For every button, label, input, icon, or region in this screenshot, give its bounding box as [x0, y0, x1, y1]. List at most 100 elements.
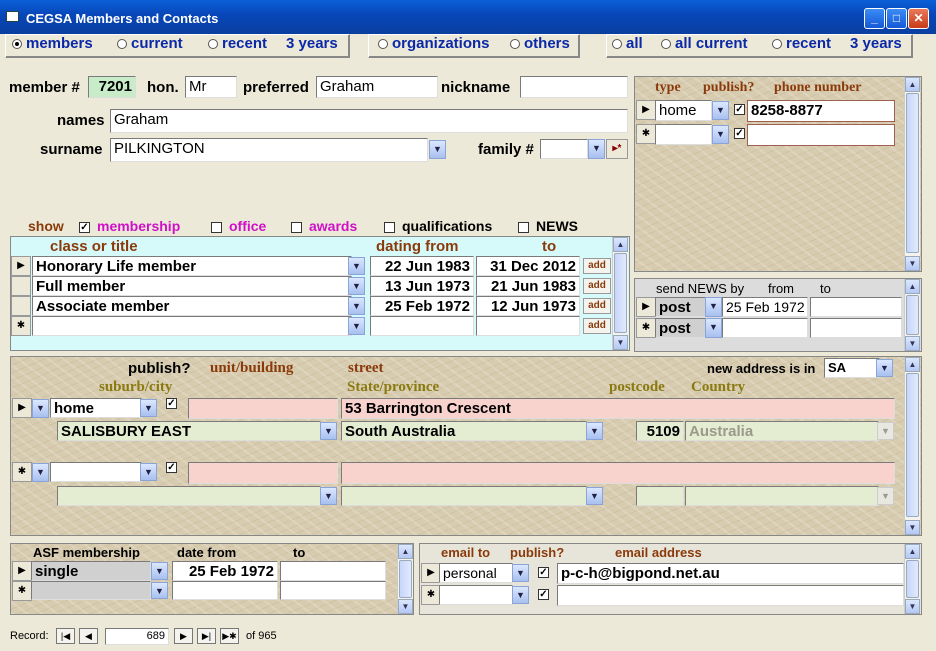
asf-date-from-field[interactable]: 25 Feb 1972 [172, 561, 278, 581]
asf-membership-dropdown-icon[interactable]: ▼ [151, 582, 168, 599]
scroll-down-icon[interactable]: ▼ [905, 336, 920, 351]
news-checkbox[interactable] [518, 222, 529, 233]
suburb-dropdown-icon[interactable]: ▼ [320, 422, 337, 440]
new-class-to-field[interactable] [476, 316, 580, 336]
asf-record-selector[interactable]: ▶ [12, 561, 32, 581]
address-expand-icon[interactable]: ▼ [32, 463, 49, 482]
preferred-field[interactable]: Graham [316, 76, 438, 98]
email-record-selector[interactable]: ▶ [421, 563, 441, 583]
new-phone-publish-checkbox[interactable]: ✓ [734, 128, 745, 139]
radio-all-recent-dot[interactable] [772, 39, 782, 49]
postcode-field[interactable]: 5109 [636, 421, 684, 441]
maximize-button[interactable]: □ [886, 8, 907, 29]
new-street-field[interactable] [341, 462, 895, 484]
scroll-thumb[interactable] [614, 253, 627, 333]
email-to-dropdown-icon[interactable]: ▼ [512, 586, 529, 604]
class-dropdown-icon[interactable]: ▼ [348, 277, 365, 295]
radio-members-dot[interactable] [12, 39, 22, 49]
class-to-field[interactable]: 21 Jun 1983 [476, 276, 580, 296]
address-scrollbar[interactable]: ▲ ▼ [904, 357, 920, 535]
radio-others[interactable]: others [510, 35, 570, 52]
new-asf-to-field[interactable] [280, 581, 386, 600]
address-publish-checkbox[interactable]: ✓ [166, 398, 177, 409]
last-record-icon[interactable]: ▶| [197, 628, 216, 644]
class-dropdown-icon[interactable]: ▼ [348, 297, 365, 315]
new-email-publish-checkbox[interactable]: ✓ [538, 589, 549, 600]
email-to-field[interactable]: personal [439, 563, 513, 583]
scroll-thumb[interactable] [906, 373, 919, 517]
news-to-field[interactable] [810, 297, 902, 317]
hon-field[interactable]: Mr [185, 76, 237, 98]
new-address-state-field[interactable]: SA [824, 358, 880, 378]
radio-recent-dot[interactable] [208, 39, 218, 49]
asf-membership-field[interactable]: single [31, 561, 151, 581]
new-email-to-field[interactable] [439, 585, 513, 605]
class-field[interactable]: Full member [32, 276, 352, 296]
radio-all-current[interactable]: all current [661, 35, 748, 52]
new-news-from-field[interactable] [722, 318, 808, 338]
news-from-field[interactable]: 25 Feb 1972 [722, 297, 808, 317]
scroll-down-icon[interactable]: ▼ [613, 335, 628, 350]
scroll-down-icon[interactable]: ▼ [905, 256, 920, 271]
news-by-field[interactable]: post [655, 297, 707, 317]
state-dropdown-icon[interactable]: ▼ [586, 422, 603, 440]
phone-type-field[interactable]: home [655, 100, 712, 121]
class-from-field[interactable]: 25 Feb 1972 [370, 296, 474, 316]
membership-checkbox[interactable]: ✓ [79, 222, 90, 233]
add-button[interactable]: add [583, 298, 611, 314]
awards-checkbox[interactable] [291, 222, 302, 233]
new-asf-membership-field[interactable] [31, 581, 151, 600]
radio-recent[interactable]: recent [208, 35, 267, 52]
scroll-up-icon[interactable]: ▲ [905, 357, 920, 372]
radio-members[interactable]: members [12, 35, 93, 52]
names-field[interactable]: Graham [110, 109, 628, 133]
close-button[interactable]: ✕ [908, 8, 929, 29]
address-expand-icon[interactable]: ▼ [32, 399, 49, 418]
address-type-dropdown-icon[interactable]: ▼ [140, 463, 157, 481]
prev-record-icon[interactable]: ◀ [79, 628, 98, 644]
family-dropdown-icon[interactable]: ▼ [588, 139, 605, 159]
address-record-selector[interactable]: ▶ [12, 398, 32, 418]
office-checkbox[interactable] [211, 222, 222, 233]
new-record-icon[interactable]: ▶✱ [220, 628, 239, 644]
asf-to-field[interactable] [280, 561, 386, 581]
class-field[interactable]: Associate member [32, 296, 352, 316]
asf-membership-dropdown-icon[interactable]: ▼ [151, 562, 168, 580]
state-dropdown-icon[interactable]: ▼ [586, 487, 603, 505]
email-scrollbar[interactable]: ▲ ▼ [904, 544, 920, 614]
radio-all-current-dot[interactable] [661, 39, 671, 49]
qualifications-checkbox[interactable] [384, 222, 395, 233]
class-dropdown-icon[interactable]: ▼ [348, 317, 365, 335]
scroll-down-icon[interactable]: ▼ [398, 599, 413, 614]
membership-scrollbar[interactable]: ▲ ▼ [612, 237, 628, 350]
suburb-field[interactable]: SALISBURY EAST [57, 421, 321, 441]
add-button[interactable]: add [583, 278, 611, 294]
new-news-to-field[interactable] [810, 318, 902, 338]
phone-new-record-selector[interactable]: ✱ [636, 124, 656, 144]
class-from-field[interactable]: 22 Jun 1983 [370, 256, 474, 276]
scroll-thumb[interactable] [906, 93, 919, 253]
member-number-field[interactable]: 7201 [88, 76, 136, 98]
new-address-type-field[interactable] [50, 462, 142, 482]
new-phone-number-field[interactable] [747, 124, 895, 146]
radio-organizations-dot[interactable] [378, 39, 388, 49]
phone-type-dropdown-icon[interactable]: ▼ [712, 101, 729, 120]
radio-all-dot[interactable] [612, 39, 622, 49]
new-country-field[interactable] [685, 486, 879, 506]
nickname-field[interactable] [520, 76, 628, 98]
scroll-thumb[interactable] [906, 295, 919, 335]
news-new-record-selector[interactable]: ✱ [636, 318, 656, 338]
new-news-by-field[interactable]: post [655, 318, 707, 338]
phone-publish-checkbox[interactable]: ✓ [734, 104, 745, 115]
new-asf-date-from-field[interactable] [172, 581, 278, 600]
address-new-record-selector[interactable]: ✱ [12, 462, 32, 482]
minimize-button[interactable]: _ [864, 8, 885, 29]
suburb-dropdown-icon[interactable]: ▼ [320, 487, 337, 505]
new-phone-type-field[interactable] [655, 124, 712, 145]
record-selector-current[interactable]: ▶ [11, 256, 31, 276]
radio-all[interactable]: all [612, 35, 643, 52]
state-field[interactable]: South Australia [341, 421, 587, 441]
address-type-dropdown-icon[interactable]: ▼ [140, 399, 157, 417]
radio-current-dot[interactable] [117, 39, 127, 49]
scroll-down-icon[interactable]: ▼ [905, 599, 920, 614]
